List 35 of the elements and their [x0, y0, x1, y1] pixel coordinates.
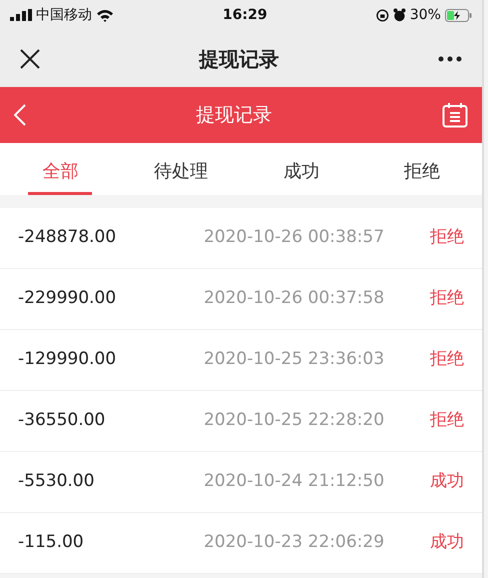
amount-text: -229990.00 [18, 287, 118, 310]
record-time: 2020-10-26 00:37:58 [202, 287, 386, 310]
tab[interactable]: 拒绝 [404, 150, 440, 194]
status-time: 16:29 [222, 6, 268, 24]
amount-text: -36550.00 [18, 409, 106, 432]
tab[interactable]: 全部 [28, 150, 92, 194]
record-time: 2020-10-26 00:38:57 [202, 226, 386, 250]
status-text: 拒绝 [430, 348, 464, 372]
status-text: 成功 [430, 470, 464, 494]
calendar-icon[interactable] [442, 102, 468, 128]
status-text: 拒绝 [430, 226, 464, 250]
rotation-lock-icon [376, 8, 389, 22]
record-time: 2020-10-24 21:12:50 [202, 470, 386, 494]
status-text: 拒绝 [430, 287, 464, 310]
carrier-name: 中国移动 [36, 6, 92, 24]
tab[interactable]: 成功 [283, 150, 320, 194]
amount-text: -5530.00 [18, 470, 96, 494]
tab[interactable]: 待处理 [154, 150, 208, 194]
close-icon[interactable] [20, 48, 40, 68]
amount-text: -129990.00 [18, 348, 118, 372]
back-icon[interactable] [14, 104, 26, 126]
battery-icon [444, 8, 472, 22]
header-title: 提现记录 [196, 102, 272, 128]
amount-text: -115.00 [18, 531, 85, 554]
amount-text: -248878.00 [18, 226, 118, 250]
page-title: 提现记录 [199, 46, 279, 72]
more-icon[interactable] [438, 56, 462, 62]
record-time: 2020-10-25 22:28:20 [202, 409, 386, 432]
status-text: 成功 [430, 531, 464, 554]
wifi-icon [96, 8, 114, 22]
record-time: 2020-10-25 23:36:03 [202, 348, 386, 372]
battery-percent: 30% [410, 6, 441, 24]
signal-icon [10, 9, 32, 21]
record-time: 2020-10-23 22:06:29 [202, 531, 386, 554]
status-text: 拒绝 [430, 409, 464, 432]
